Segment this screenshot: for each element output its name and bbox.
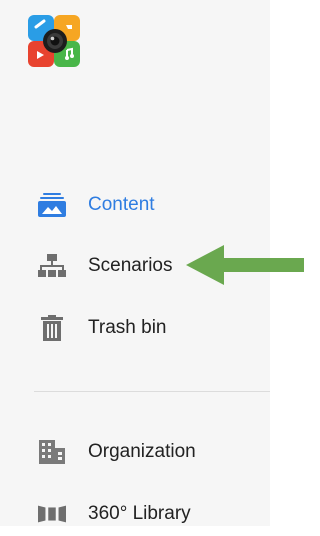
sidebar-item-label: Content: [88, 194, 155, 215]
sidebar-item-label: Scenarios: [88, 255, 173, 276]
sidebar-item-organization[interactable]: Organization: [0, 430, 270, 474]
trash-icon: [38, 314, 66, 342]
content-icon: [38, 191, 66, 219]
sidebar-divider: [34, 391, 270, 392]
sidebar-item-trash-bin[interactable]: Trash bin: [0, 306, 270, 350]
app-logo-icon[interactable]: [28, 15, 80, 67]
sidebar-item-360-library[interactable]: 360° Library: [0, 492, 270, 536]
sidebar-item-content[interactable]: Content: [0, 183, 270, 227]
sidebar-item-label: Organization: [88, 441, 196, 462]
sidebar-item-label: 360° Library: [88, 503, 191, 524]
library-360-icon: [38, 500, 66, 528]
scenarios-icon: [38, 252, 66, 280]
organization-icon: [38, 438, 66, 466]
sidebar-item-label: Trash bin: [88, 317, 167, 338]
annotation-arrow-icon: [186, 245, 304, 285]
